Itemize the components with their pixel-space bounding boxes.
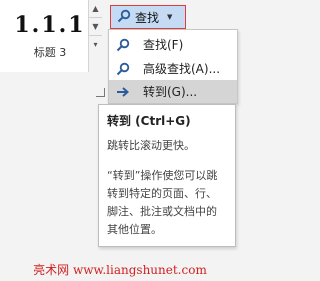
tooltip-title: 转到 (Ctrl+G) <box>107 114 191 128</box>
search-icon <box>117 9 131 26</box>
gallery-more-icon[interactable]: ▾ <box>89 36 102 54</box>
menu-item-label: 转到(G)... <box>143 85 198 99</box>
search-icon <box>115 37 131 53</box>
dialog-launcher-icon[interactable] <box>96 88 105 97</box>
style-heading-3[interactable]: 1.1.1 标题 3 <box>14 8 86 66</box>
arrow-right-icon <box>115 84 131 100</box>
menu-item-advanced-find[interactable]: 高级查找(A)... <box>109 57 237 80</box>
find-dropdown-menu: 查找(F) 高级查找(A)... 转到(G)... <box>108 29 238 104</box>
menu-item-find[interactable]: 查找(F) <box>109 33 237 56</box>
menu-item-label: 查找(F) <box>143 38 184 52</box>
tooltip-body: “转到”操作使您可以跳转到特定的页面、行、脚注、批注或文档中的其他位置。 <box>107 169 218 236</box>
chevron-down-icon[interactable]: ▼ <box>167 13 172 21</box>
styles-group-footer <box>0 72 108 100</box>
search-icon <box>115 61 131 77</box>
scroll-down-icon[interactable]: ▼ <box>89 18 102 36</box>
menu-item-goto[interactable]: 转到(G)... <box>109 80 237 103</box>
document-area <box>0 100 104 260</box>
find-button[interactable]: 查找 ▼ <box>110 5 186 29</box>
style-name-label: 标题 3 <box>33 46 67 59</box>
goto-tooltip: 转到 (Ctrl+G) 跳转比滚动更快。 “转到”操作使您可以跳转到特定的页面、… <box>98 104 236 247</box>
tooltip-description: 跳转比滚动更快。 <box>107 139 195 152</box>
styles-gallery: 1.1.1 标题 3 <box>0 0 98 72</box>
find-button-label: 查找 <box>135 10 160 25</box>
gallery-scrollbar: ▲ ▼ ▾ <box>88 0 102 72</box>
watermark: 亮术网 www.liangshunet.com <box>33 263 207 277</box>
menu-item-label: 高级查找(A)... <box>143 62 221 76</box>
style-preview-number: 1.1.1 <box>14 12 86 38</box>
scroll-up-icon[interactable]: ▲ <box>89 0 102 18</box>
